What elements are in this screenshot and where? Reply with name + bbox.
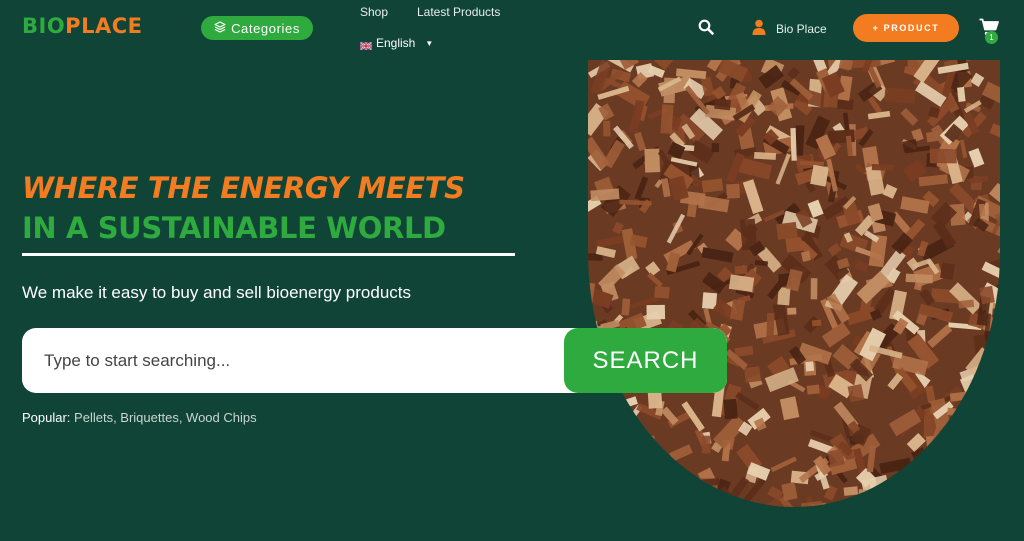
search-input[interactable] (22, 328, 564, 393)
wood-chips-image (588, 60, 1000, 507)
nav-link-shop[interactable]: Shop (360, 5, 388, 19)
categories-button[interactable]: Categories (201, 16, 313, 40)
cart-count-badge: 1 (985, 31, 998, 44)
layers-icon (214, 20, 226, 36)
headline-divider (22, 253, 515, 256)
search-button[interactable]: SEARCH (564, 328, 727, 393)
language-selector[interactable]: English ▼ (359, 36, 434, 51)
uk-flag-icon (359, 39, 373, 51)
language-label: English (376, 36, 416, 50)
search-icon[interactable] (698, 19, 714, 40)
popular-searches: Popular: Pellets, Briquettes, Wood Chips (22, 410, 257, 425)
logo-part-place: PLACE (65, 14, 143, 38)
user-account[interactable]: Bio Place (752, 19, 827, 38)
headline-line-1: WHERE THE ENERGY MEETS (22, 171, 465, 205)
user-name: Bio Place (776, 21, 827, 36)
user-icon (752, 19, 766, 38)
logo-part-bio: BIO (22, 14, 66, 38)
hero-tagline: We make it easy to buy and sell bioenerg… (22, 283, 412, 302)
hero-search-bar: SEARCH (22, 328, 727, 393)
logo[interactable]: BIOPLACE (22, 13, 142, 39)
categories-label: Categories (231, 20, 300, 36)
headline-line-2: IN A SUSTAINABLE WORLD (22, 211, 446, 245)
popular-items[interactable]: Pellets, Briquettes, Wood Chips (74, 410, 257, 425)
add-product-button[interactable]: + PRODUCT (853, 14, 959, 42)
hero-headline: WHERE THE ENERGY MEETS IN A SUSTAINABLE … (22, 168, 465, 248)
popular-label: Popular: (22, 410, 71, 425)
nav-link-latest-products[interactable]: Latest Products (417, 5, 500, 19)
caret-down-icon: ▼ (425, 38, 434, 48)
